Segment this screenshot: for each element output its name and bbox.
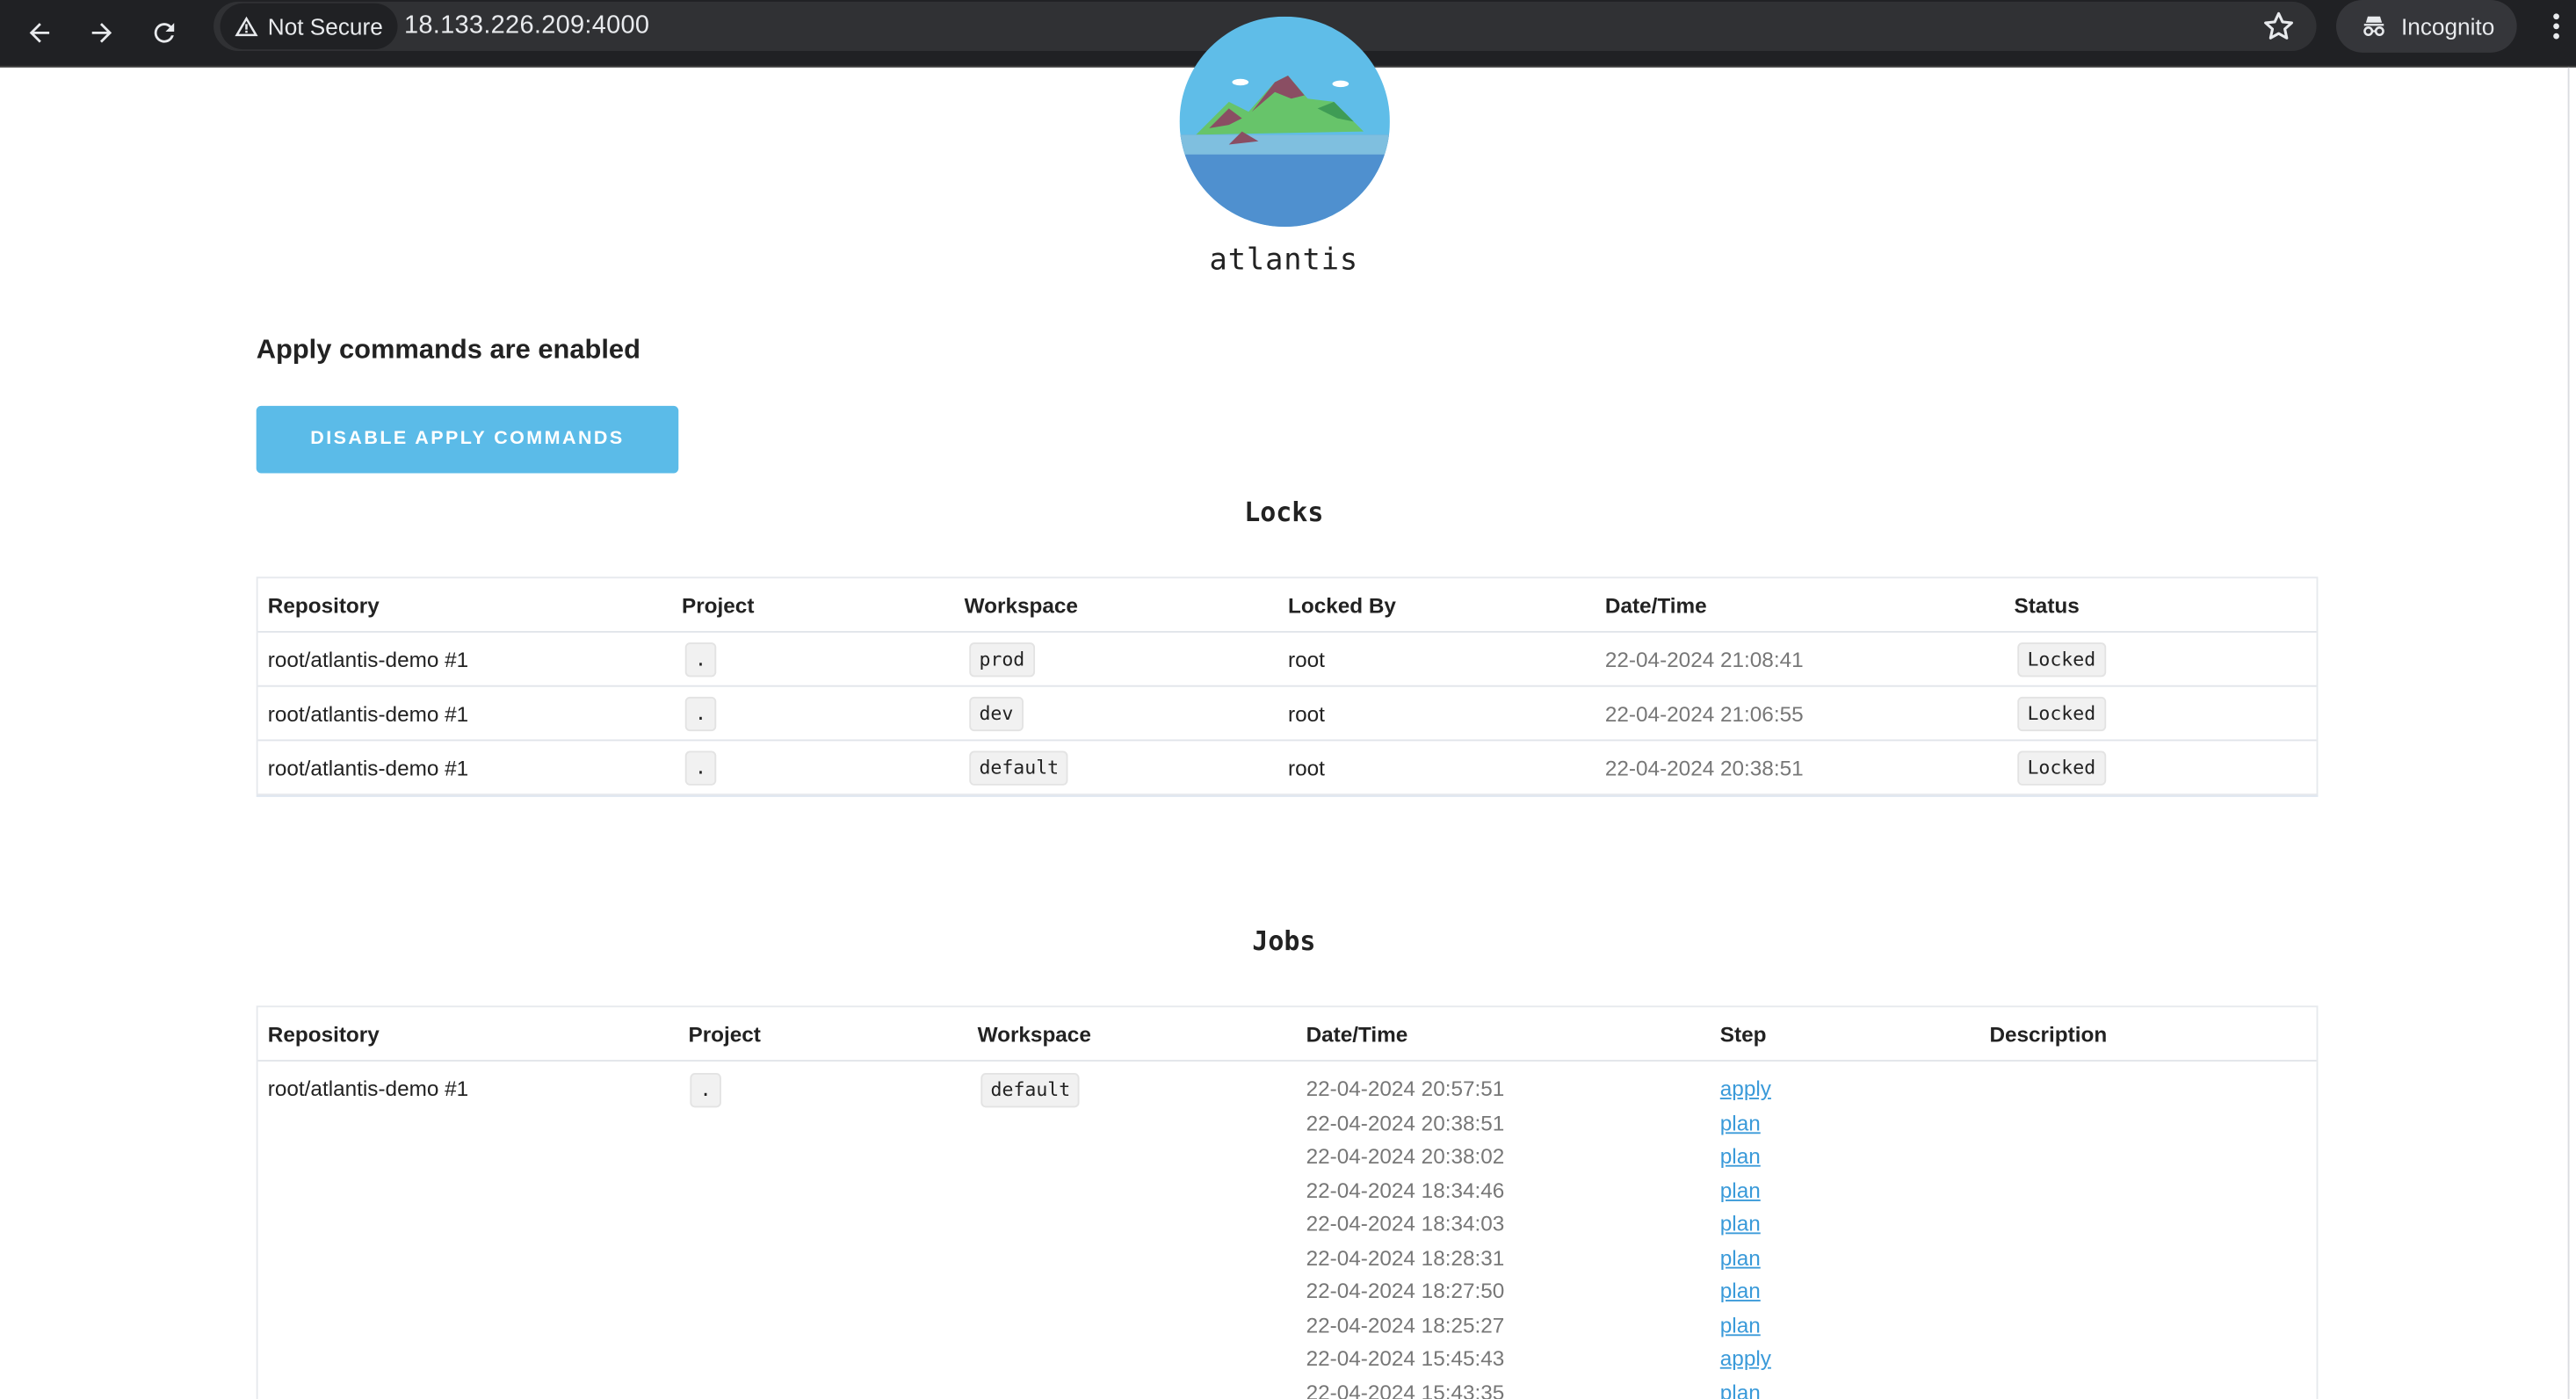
reload-icon xyxy=(154,23,175,43)
job-step-link[interactable]: plan xyxy=(1720,1110,1761,1134)
atlantis-logo xyxy=(1179,16,1390,228)
lock-row[interactable]: root/atlantis-demo #1 . default root 22-… xyxy=(258,741,2317,794)
jobs-title: Jobs xyxy=(1252,924,1316,957)
arrow-left-icon xyxy=(29,23,50,43)
locks-table: Repository Project Workspace Locked By D… xyxy=(256,576,2319,796)
locked-by-cell: root xyxy=(1288,756,1325,781)
locks-header-row: Repository Project Workspace Locked By D… xyxy=(257,578,2317,633)
back-button[interactable] xyxy=(15,8,64,57)
scrollbar-edge xyxy=(2567,67,2570,1399)
repository-cell: root/atlantis-demo #1 xyxy=(267,647,469,672)
column-header: Description xyxy=(1989,1022,2108,1047)
site-info-chip[interactable]: Not Secure xyxy=(220,3,398,50)
security-label: Not Secure xyxy=(267,12,383,40)
datetime-cell: 22-04-2024 21:06:55 xyxy=(1604,701,1804,727)
bookmark-star-icon[interactable] xyxy=(2259,8,2298,44)
app-name: atlantis xyxy=(1209,243,1359,279)
job-step-link[interactable]: plan xyxy=(1720,1279,1761,1303)
job-step-link[interactable]: plan xyxy=(1720,1211,1761,1236)
project-badge: . xyxy=(684,696,717,732)
job-datetime: 22-04-2024 20:38:51 xyxy=(1306,1110,1505,1135)
arrow-right-icon xyxy=(91,23,112,43)
column-header: Project xyxy=(688,1022,761,1047)
project-badge: . xyxy=(684,642,717,678)
workspace-badge: default xyxy=(969,750,1069,786)
warning-icon xyxy=(235,16,258,37)
incognito-badge[interactable]: Incognito xyxy=(2335,0,2517,53)
job-step-link[interactable]: plan xyxy=(1720,1178,1761,1202)
project-badge: . xyxy=(690,1073,721,1108)
job-datetime: 22-04-2024 18:34:46 xyxy=(1306,1177,1505,1202)
job-datetime: 22-04-2024 18:28:31 xyxy=(1306,1244,1505,1270)
job-datetime: 22-04-2024 20:57:51 xyxy=(1306,1076,1505,1101)
incognito-icon xyxy=(2363,16,2384,36)
column-header: Repository xyxy=(267,1022,380,1047)
workspace-badge: default xyxy=(980,1073,1081,1108)
column-header: Project xyxy=(682,593,755,619)
datetime-cell: 22-04-2024 20:38:51 xyxy=(1604,756,1804,781)
more-menu-icon[interactable] xyxy=(2544,10,2567,42)
job-datetime: 22-04-2024 18:27:50 xyxy=(1306,1278,1505,1303)
project-badge: . xyxy=(684,750,717,786)
job-step-link[interactable]: plan xyxy=(1720,1312,1761,1337)
repository-cell: root/atlantis-demo #1 xyxy=(267,756,469,781)
column-header: Date/Time xyxy=(1604,593,1707,619)
apply-status-heading: Apply commands are enabled xyxy=(256,335,640,366)
jobs-header-row: Repository Project Workspace Date/Time S… xyxy=(257,1007,2317,1062)
url-text[interactable]: 18.133.226.209:4000 xyxy=(404,11,649,41)
column-header: Step xyxy=(1719,1022,1767,1047)
repository-cell: root/atlantis-demo #1 xyxy=(267,701,469,727)
datetime-cell: 22-04-2024 21:08:41 xyxy=(1604,647,1804,672)
status-badge: Locked xyxy=(2017,696,2106,732)
job-step-link[interactable]: apply xyxy=(1720,1076,1771,1101)
job-datetime: 22-04-2024 18:25:27 xyxy=(1306,1312,1505,1337)
job-step-link[interactable]: plan xyxy=(1720,1244,1761,1269)
status-badge: Locked xyxy=(2017,750,2106,786)
column-header: Status xyxy=(2014,593,2080,619)
job-datetime: 22-04-2024 15:43:35 xyxy=(1306,1379,1505,1399)
locked-by-cell: root xyxy=(1288,701,1325,727)
workspace-badge: dev xyxy=(969,696,1024,732)
column-header: Locked By xyxy=(1288,593,1396,619)
job-datetime: 22-04-2024 18:34:03 xyxy=(1306,1211,1505,1236)
column-header: Workspace xyxy=(977,1022,1091,1047)
status-badge: Locked xyxy=(2017,642,2106,678)
job-datetime: 22-04-2024 20:38:02 xyxy=(1306,1143,1505,1169)
jobs-table: Repository Project Workspace Date/Time S… xyxy=(256,1005,2319,1399)
reload-button[interactable] xyxy=(140,8,189,57)
lock-row[interactable]: root/atlantis-demo #1 . prod root 22-04-… xyxy=(257,633,2317,687)
column-header: Workspace xyxy=(964,593,1078,619)
lock-row[interactable]: root/atlantis-demo #1 . dev root 22-04-2… xyxy=(257,687,2317,742)
disable-apply-commands-button[interactable]: DISABLE APPLY COMMANDS xyxy=(256,405,679,474)
locked-by-cell: root xyxy=(1288,647,1325,672)
repository-cell: root/atlantis-demo #1 xyxy=(267,1076,469,1101)
column-header: Date/Time xyxy=(1306,1022,1408,1047)
job-datetime: 22-04-2024 15:45:43 xyxy=(1306,1345,1505,1371)
forward-button[interactable] xyxy=(77,8,127,57)
workspace-badge: prod xyxy=(969,642,1035,678)
job-step-link[interactable]: plan xyxy=(1720,1380,1761,1399)
incognito-label: Incognito xyxy=(2401,12,2495,40)
locks-title: Locks xyxy=(1244,496,1324,528)
column-header: Repository xyxy=(267,593,380,619)
job-step-link[interactable]: apply xyxy=(1720,1345,1771,1370)
job-step-link[interactable]: plan xyxy=(1720,1143,1761,1168)
job-row: root/atlantis-demo #1 . default 22-04-20… xyxy=(258,1062,2317,1399)
